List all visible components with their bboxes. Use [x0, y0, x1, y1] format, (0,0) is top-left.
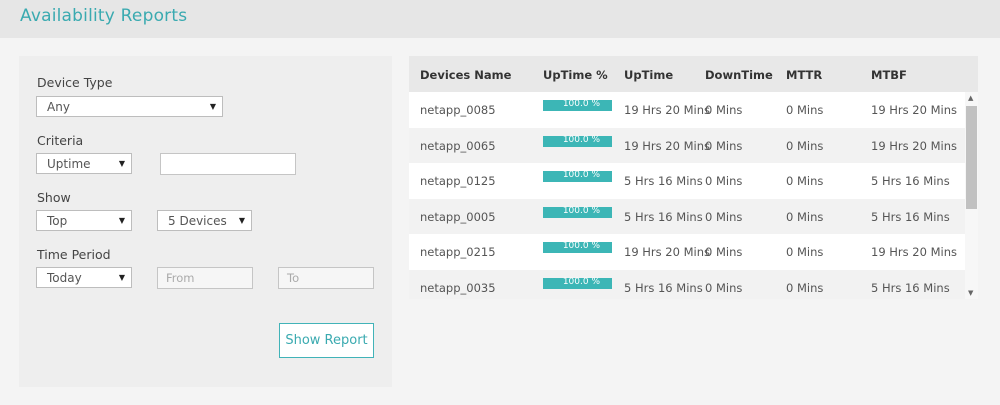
caret-down-icon: ▼: [118, 273, 125, 282]
from-date-input[interactable]: From: [157, 267, 253, 289]
device-count-value: 5 Devices: [168, 214, 227, 228]
mttr-cell: 0 Mins: [786, 103, 824, 117]
device-name-cell: netapp_0085: [420, 103, 496, 117]
caret-down-icon: ▼: [118, 216, 125, 225]
time-period-value: Today: [47, 271, 82, 285]
table-row[interactable]: netapp_0125 100.0 % 5 Hrs 16 Mins 0 Mins 0 M…: [409, 163, 965, 198]
device-count-select[interactable]: 5 Devices ▼: [157, 210, 252, 231]
mtbf-cell: 5 Hrs 16 Mins: [871, 174, 950, 188]
uptime-progress-bar: 100.0 %: [543, 276, 612, 289]
uptime-progress-bar: 100.0 %: [543, 170, 612, 182]
column-header-mtbf[interactable]: MTBF: [871, 68, 907, 82]
device-name-cell: netapp_0215: [420, 245, 496, 259]
column-header-downtime[interactable]: DownTime: [705, 68, 773, 82]
device-type-select[interactable]: Any ▼: [36, 96, 223, 117]
show-select[interactable]: Top ▼: [36, 210, 132, 231]
table-row[interactable]: netapp_0065 100.0 % 19 Hrs 20 Mins 0 Mins 0 …: [409, 127, 965, 163]
mttr-cell: 0 Mins: [786, 174, 824, 188]
column-header-mttr[interactable]: MTTR: [786, 68, 822, 82]
scroll-up-icon[interactable]: ▲: [968, 94, 973, 102]
criteria-value: Uptime: [47, 157, 91, 171]
mtbf-cell: 5 Hrs 16 Mins: [871, 209, 950, 224]
downtime-cell: 0 Mins: [705, 103, 743, 117]
header-bar: Availability Reports: [0, 0, 1000, 38]
device-name-cell: netapp_0035: [420, 280, 496, 295]
uptime-percent-label: 100.0 %: [562, 241, 600, 251]
device-type-label: Device Type: [37, 75, 113, 90]
uptime-cell: 5 Hrs 16 Mins: [624, 209, 703, 224]
device-name-cell: netapp_0125: [420, 174, 496, 188]
device-type-value: Any: [47, 100, 70, 114]
criteria-label: Criteria: [37, 133, 84, 148]
downtime-cell: 0 Mins: [705, 174, 743, 188]
device-name-cell: netapp_0005: [420, 209, 496, 224]
mtbf-cell: 19 Hrs 20 Mins: [871, 245, 957, 259]
caret-down-icon: ▼: [118, 159, 125, 168]
mtbf-cell: 5 Hrs 16 Mins: [871, 280, 950, 295]
caret-down-icon: ▼: [209, 102, 216, 111]
uptime-cell: 19 Hrs 20 Mins: [624, 103, 710, 117]
table-scrollbar[interactable]: ▲ ▼: [965, 92, 978, 299]
mtbf-cell: 19 Hrs 20 Mins: [871, 138, 957, 153]
table-header: Devices Name UpTime % UpTime DownTime MT…: [409, 56, 978, 92]
caret-down-icon: ▼: [238, 216, 245, 225]
uptime-cell: 5 Hrs 16 Mins: [624, 174, 703, 188]
uptime-progress-bar: 100.0 %: [543, 241, 612, 253]
criteria-select[interactable]: Uptime ▼: [36, 153, 132, 174]
mttr-cell: 0 Mins: [786, 245, 824, 259]
table-row[interactable]: netapp_0035 100.0 % 5 Hrs 16 Mins 0 Mins 0 M…: [409, 269, 965, 299]
mttr-cell: 0 Mins: [786, 138, 824, 153]
uptime-cell: 19 Hrs 20 Mins: [624, 245, 710, 259]
downtime-cell: 0 Mins: [705, 245, 743, 259]
time-period-label: Time Period: [37, 247, 111, 262]
to-date-input[interactable]: To: [278, 267, 374, 289]
time-period-select[interactable]: Today ▼: [36, 267, 132, 288]
mttr-cell: 0 Mins: [786, 280, 824, 295]
downtime-cell: 0 Mins: [705, 209, 743, 224]
table-row[interactable]: netapp_0215 100.0 % 19 Hrs 20 Mins 0 Mins 0 …: [409, 234, 965, 269]
table-row[interactable]: netapp_0085 100.0 % 19 Hrs 20 Mins 0 Mins 0 …: [409, 92, 965, 127]
column-header-uptime[interactable]: UpTime: [624, 68, 673, 82]
uptime-cell: 19 Hrs 20 Mins: [624, 138, 710, 153]
uptime-percent-label: 100.0 %: [562, 205, 600, 216]
page-title: Availability Reports: [20, 6, 188, 26]
show-report-button[interactable]: Show Report: [279, 323, 374, 358]
mtbf-cell: 19 Hrs 20 Mins: [871, 103, 957, 117]
uptime-progress-bar: 100.0 %: [543, 99, 612, 111]
uptime-percent-label: 100.0 %: [562, 170, 600, 180]
mttr-cell: 0 Mins: [786, 209, 824, 224]
scroll-thumb[interactable]: [966, 106, 977, 209]
table-row[interactable]: netapp_0005 100.0 % 5 Hrs 16 Mins 0 Mins 0 M…: [409, 198, 965, 234]
uptime-percent-label: 100.0 %: [562, 134, 600, 145]
show-label: Show: [37, 190, 71, 205]
uptime-progress-bar: 100.0 %: [543, 134, 612, 147]
scroll-down-icon[interactable]: ▼: [968, 289, 973, 297]
uptime-cell: 5 Hrs 16 Mins: [624, 280, 703, 295]
uptime-progress-bar: 100.0 %: [543, 205, 612, 218]
availability-table: Devices Name UpTime % UpTime DownTime MT…: [409, 56, 978, 299]
column-header-devices-name[interactable]: Devices Name: [420, 68, 511, 82]
downtime-cell: 0 Mins: [705, 280, 743, 295]
criteria-input[interactable]: [160, 153, 296, 175]
uptime-percent-label: 100.0 %: [562, 276, 600, 287]
device-name-cell: netapp_0065: [420, 138, 496, 153]
uptime-percent-label: 100.0 %: [562, 99, 600, 109]
show-value: Top: [47, 214, 68, 228]
column-header-uptime-pct[interactable]: UpTime %: [543, 68, 608, 82]
downtime-cell: 0 Mins: [705, 138, 743, 153]
